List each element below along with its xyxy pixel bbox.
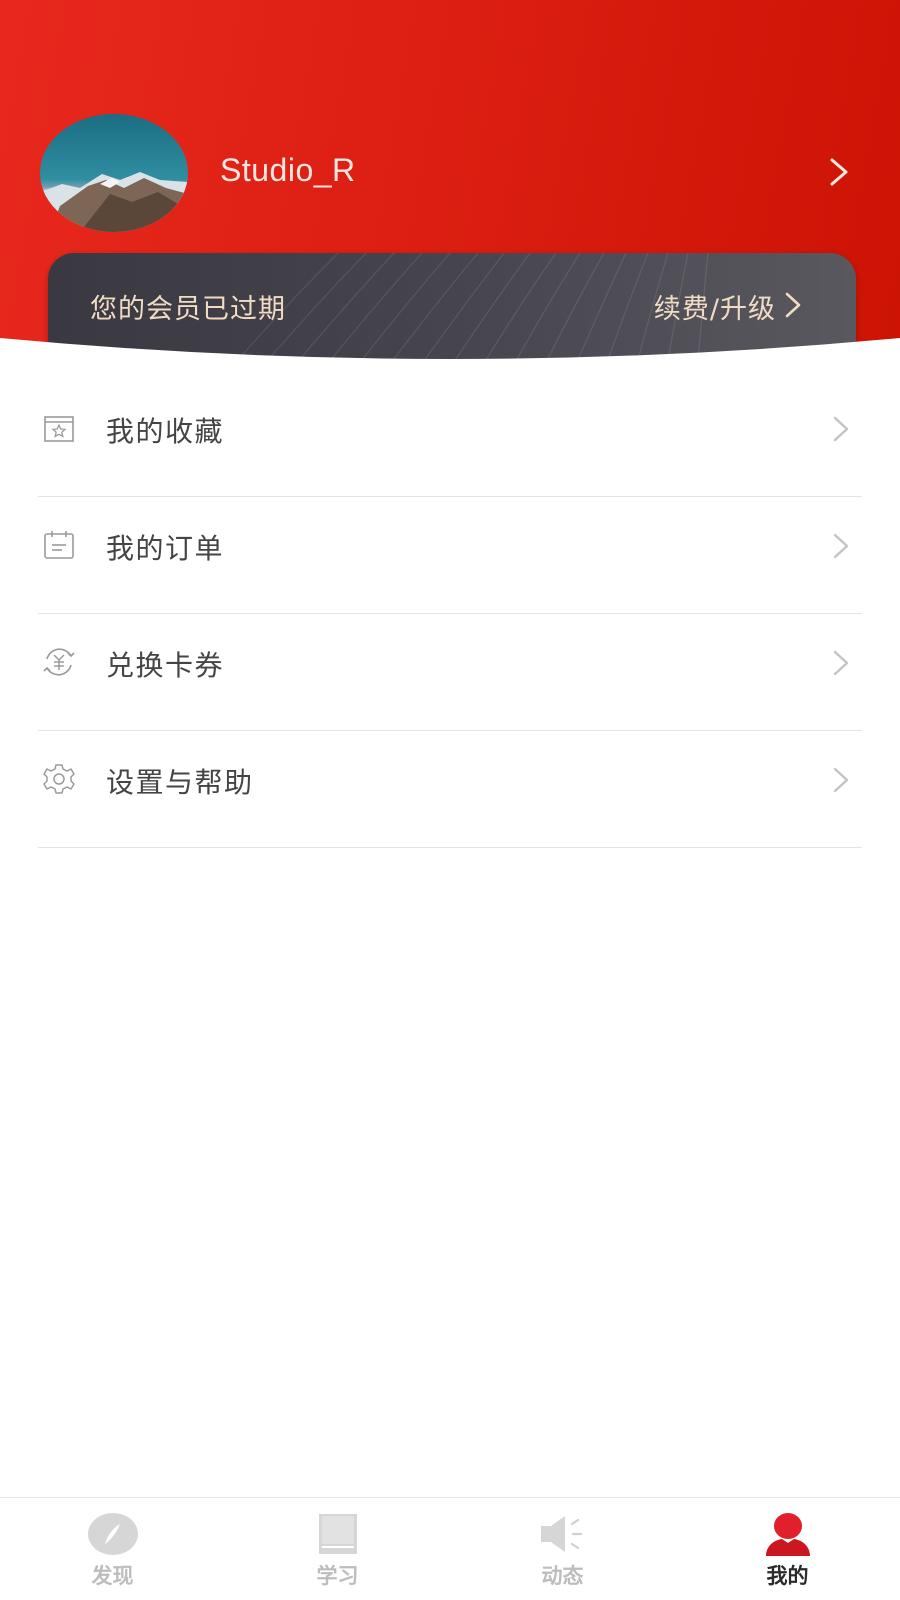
avatar[interactable] bbox=[40, 114, 188, 232]
chevron-right-icon bbox=[833, 650, 849, 676]
menu-item-label: 设置与帮助 bbox=[106, 766, 254, 799]
favorites-star-icon bbox=[44, 416, 74, 442]
username[interactable]: Studio_R bbox=[220, 152, 356, 189]
menu-item-label: 我的订单 bbox=[106, 532, 225, 565]
tab-activity[interactable]: 动态 bbox=[450, 1498, 675, 1600]
tab-mine[interactable]: 我的 bbox=[675, 1498, 900, 1600]
avatar-mountain-photo bbox=[40, 172, 188, 232]
chevron-right-icon bbox=[833, 767, 849, 793]
tab-label: 动态 bbox=[541, 1564, 584, 1588]
user-icon bbox=[765, 1513, 810, 1556]
menu-list: 我的收藏 我的订单 兑换卡券 设置与帮助 bbox=[0, 380, 900, 848]
chevron-right-icon bbox=[833, 533, 849, 559]
book-icon bbox=[318, 1514, 357, 1554]
redeem-yuan-icon bbox=[43, 648, 75, 676]
settings-gear-icon bbox=[43, 764, 75, 794]
speaker-icon bbox=[540, 1516, 582, 1552]
orders-calendar-icon bbox=[44, 531, 74, 559]
menu-item-redeem[interactable]: 兑换卡券 bbox=[38, 614, 862, 731]
renew-upgrade-link[interactable]: 续费/升级 bbox=[654, 287, 776, 326]
chevron-right-icon[interactable] bbox=[784, 291, 802, 319]
menu-item-label: 我的收藏 bbox=[106, 415, 225, 448]
menu-item-settings[interactable]: 设置与帮助 bbox=[38, 731, 862, 848]
chevron-right-icon bbox=[833, 416, 849, 442]
tab-label: 发现 bbox=[91, 1564, 134, 1588]
tab-discover[interactable]: 发现 bbox=[0, 1498, 225, 1600]
profile-header: Studio_R 您的会员已过期 续费/升级 bbox=[0, 0, 900, 390]
menu-item-label: 兑换卡券 bbox=[106, 649, 225, 682]
membership-status: 您的会员已过期 bbox=[90, 294, 286, 325]
tab-label: 我的 bbox=[766, 1564, 809, 1588]
compass-icon bbox=[87, 1513, 138, 1555]
bottom-tab-bar: 发现 学习 动态 我的 bbox=[0, 1497, 900, 1600]
menu-item-orders[interactable]: 我的订单 bbox=[38, 497, 862, 614]
tab-label: 学习 bbox=[316, 1564, 359, 1588]
tab-study[interactable]: 学习 bbox=[225, 1498, 450, 1600]
menu-item-favorites[interactable]: 我的收藏 bbox=[38, 380, 862, 497]
chevron-right-icon[interactable] bbox=[828, 157, 852, 187]
